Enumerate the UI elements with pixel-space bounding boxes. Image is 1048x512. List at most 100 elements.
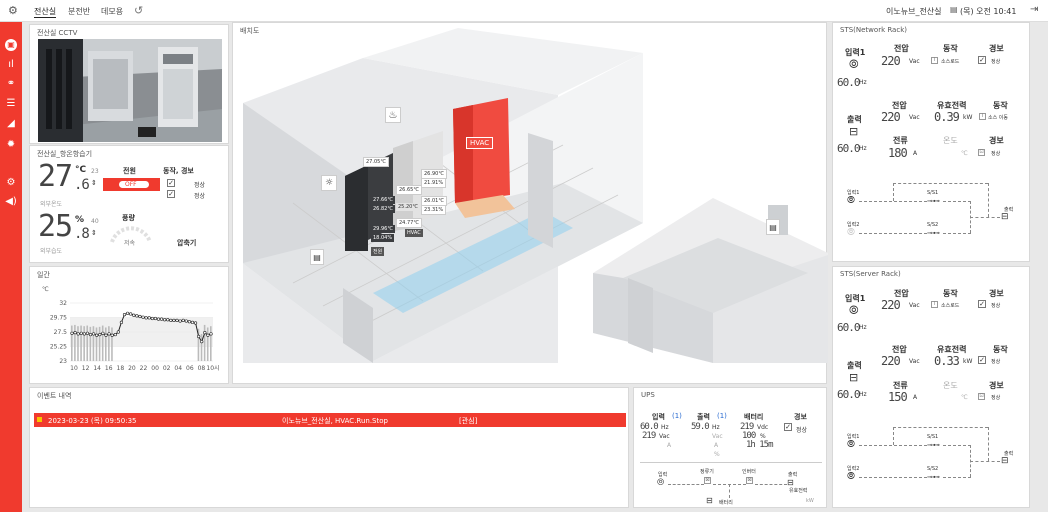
hum-stepper-icon[interactable]: ⇕ (91, 229, 97, 237)
power-toggle[interactable]: OFF (103, 178, 160, 191)
cctv-image[interactable] (38, 39, 222, 142)
x-tick-label: 00 (151, 365, 159, 372)
ups-output-label: 출력 (697, 413, 710, 421)
sts-op-label-2: 동작 (993, 101, 1008, 110)
bar-mark (203, 324, 206, 361)
data-point (193, 321, 198, 325)
y-tick-label: 27.5 (54, 329, 68, 336)
sts-in1-icon: ⦾ (849, 303, 859, 317)
rack-temp-3: 26.65℃ (396, 185, 422, 195)
sts-alarm-indicator-2: ⊡ (978, 393, 985, 400)
sts-out-volt-unit: Vac (909, 114, 920, 121)
x-tick-label: 18 (117, 365, 125, 372)
speaker-icon[interactable]: ◀) (5, 196, 17, 208)
event-row[interactable]: 2023-03-23 (목) 09:50:35 이노뉴브_전산실, HVAC.R… (34, 413, 626, 427)
data-point (172, 318, 176, 323)
sts-alarm-ok-1: 정상 (991, 59, 1001, 65)
sts-current-unit: A (913, 394, 918, 401)
hum-value-dec: .8 (74, 226, 90, 242)
ups-out-vac-unit: Vac (712, 433, 723, 440)
trend-chart: ℃ 32 29.75 27.5 25.25 2310 12 14 16 18 20 22 00 02 04 0… (42, 286, 220, 372)
tab-jeonsansil[interactable]: 전산실 (34, 6, 57, 18)
ups-d-output: 출력 (788, 472, 798, 478)
network-icon[interactable]: ⚭ (5, 78, 17, 90)
x-tick-label: 02 (163, 365, 171, 372)
hum-label: 외부습도 (40, 248, 63, 255)
ups-panel: UPS 입력 (1) 출력 (1) 배터리 경보 60.0 Hz 219 Vac… (633, 387, 827, 508)
data-point (104, 333, 108, 337)
bar-mark (89, 326, 92, 361)
sts-d-in1-icon: ⦾ (847, 195, 855, 206)
rack-temp-5: 26.82℃ (371, 205, 395, 213)
ups-input-count: (1) (672, 412, 682, 420)
rack-hum-1: 21.91% (421, 178, 447, 188)
data-point (110, 333, 114, 337)
sts-in1-hz: 60.0 (837, 76, 860, 89)
ups-line-3 (755, 484, 787, 485)
ups-in-a-unit: A (667, 442, 672, 449)
floor-plan (243, 28, 828, 363)
rack-temp-9: 29.96℃ (371, 225, 395, 233)
sts-op-label-2: 동작 (993, 345, 1008, 354)
panel-icon-1[interactable]: ▤ (310, 249, 324, 265)
rack-tag-hvac[interactable]: HVAC (405, 229, 423, 237)
hvac-tag[interactable]: HVAC (466, 137, 494, 149)
panel-title: 이벤트 내역 (37, 392, 72, 400)
sts-d-s2-switch: ⊸⊷ (927, 473, 940, 481)
x-tick-label: 20 (128, 365, 136, 372)
tab-bunjeonban[interactable]: 분전반 (68, 6, 90, 17)
temp-stepper-icon[interactable]: ⇕ (91, 179, 97, 187)
panel-icon-2[interactable]: ▤ (766, 219, 780, 235)
settings-icon[interactable]: ⚙ (8, 4, 18, 17)
cog-icon[interactable]: ⚙ (5, 177, 17, 189)
rack-temp-4: 27.66℃ (371, 196, 395, 204)
data-point (147, 316, 151, 320)
temp-setpoint: 23 (91, 168, 99, 175)
sts-in1-hz-unit: Hz (859, 79, 867, 86)
bar-chart-icon[interactable]: ıl (5, 59, 17, 71)
data-point (125, 311, 130, 315)
wind-value: 저속 (124, 240, 136, 247)
y-tick-label: 23 (59, 358, 67, 365)
sts-in1-volt: 220 (881, 54, 901, 68)
monitor-icon[interactable]: ▣ (5, 39, 17, 51)
sts-out-hz: 60.0 (837, 142, 860, 155)
sts-in1-volt-unit: Vac (909, 58, 920, 65)
tab-demo[interactable]: 데모용 (101, 6, 123, 17)
bar-mark (210, 326, 212, 361)
calendar-icon: ▤ (950, 5, 958, 14)
sts-d-line-9 (988, 427, 989, 461)
sts-alarm-ok-2: 정상 (991, 151, 1001, 157)
bar-mark (74, 324, 76, 361)
sts-in1-volt: 220 (881, 298, 901, 312)
hum-setpoint: 40 (91, 218, 99, 225)
panel-title: STS(Server Rack) (840, 270, 901, 278)
sts-d-s2: S/S2 (927, 466, 939, 472)
light-icon[interactable]: ☼ (321, 175, 337, 191)
rack-temp-1: 27.05℃ (363, 157, 389, 167)
fire-icon[interactable]: ♨ (385, 107, 401, 123)
data-point (82, 332, 86, 336)
hum-unit: % (75, 215, 85, 225)
refresh-icon[interactable]: ↺ (134, 4, 143, 17)
area-chart-icon[interactable]: ◢ (5, 118, 17, 130)
sts-d-line-3 (943, 445, 971, 446)
data-point (92, 332, 96, 336)
sts-current: 150 (888, 390, 908, 404)
compressor-label: 압축기 (177, 239, 197, 247)
data-point (181, 318, 185, 323)
data-point (132, 313, 136, 317)
ups-in-vac-unit: Vac (659, 433, 670, 440)
sts-d-line-7 (893, 427, 894, 445)
logout-icon[interactable]: ⇥ (1030, 4, 1038, 15)
data-point (203, 331, 207, 335)
sts-d-s2: S/S2 (927, 222, 939, 228)
list-icon[interactable]: ☰ (5, 98, 17, 110)
gear-icon[interactable]: ✹ (5, 139, 17, 151)
rack-tag-power[interactable]: 전원 (371, 247, 385, 256)
sts-op-value-2: 정상 (991, 359, 1001, 365)
data-point (150, 316, 154, 321)
data-point (187, 320, 191, 324)
cctv-panel: 전산실 CCTV (29, 24, 229, 144)
sts-temp-unit: ℃ (961, 150, 968, 157)
